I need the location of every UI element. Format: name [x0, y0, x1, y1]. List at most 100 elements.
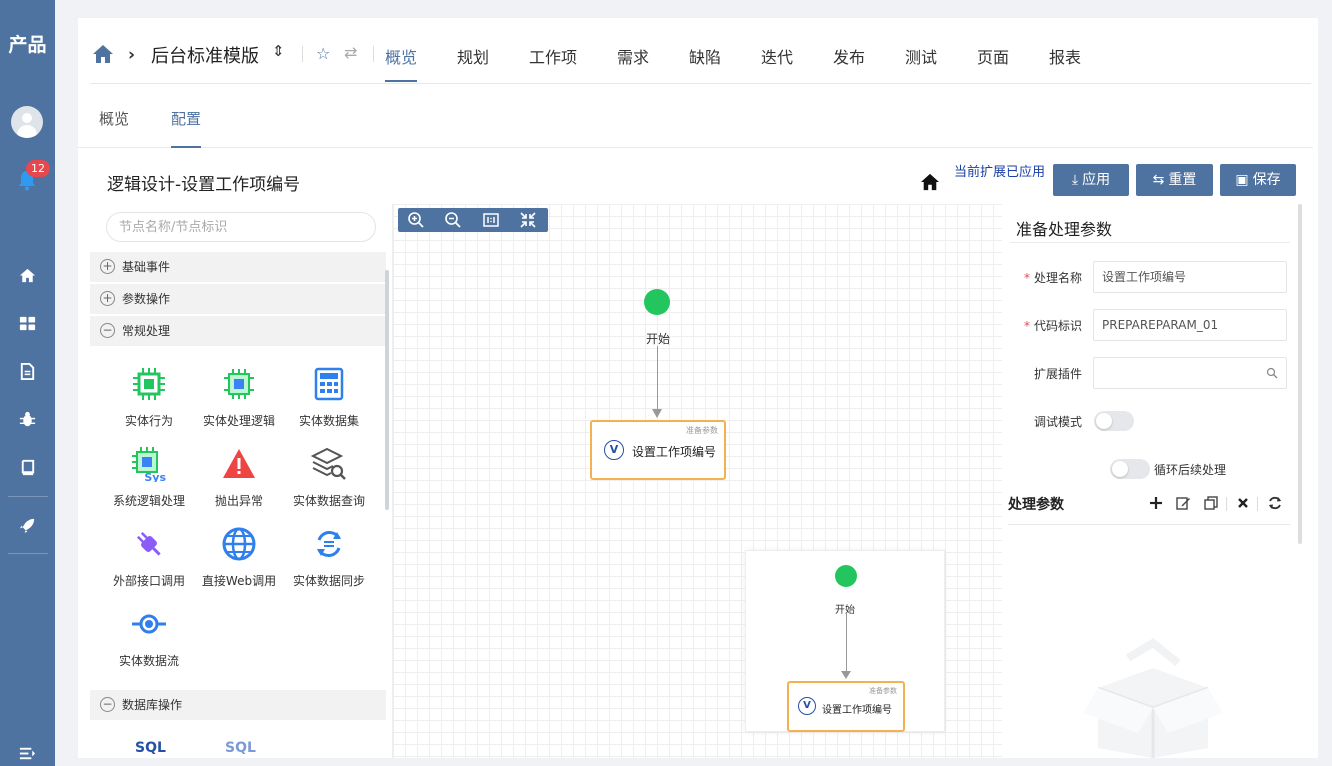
- minimap[interactable]: 开始 准备参数 V 设置工作项编号: [745, 550, 945, 732]
- tab-requirements[interactable]: 需求: [617, 44, 649, 68]
- category-basic-events[interactable]: + 基础事件: [90, 252, 386, 282]
- divider: [1257, 497, 1258, 511]
- flow-edge[interactable]: [657, 346, 658, 412]
- main-panel: › 后台标准模版 ⇕ ☆ ⇄ 概览 规划 工作项 需求 缺陷 迭代 发布 测试 …: [78, 18, 1318, 758]
- palette-item-entity-logic[interactable]: 实体处理逻辑: [194, 366, 284, 436]
- properties-scrollbar[interactable]: [1298, 204, 1302, 544]
- page-title: 逻辑设计-设置工作项编号: [107, 175, 301, 195]
- search-icon[interactable]: [1266, 367, 1278, 379]
- swap-icon[interactable]: ⇄: [344, 43, 357, 62]
- chip-icon: [224, 369, 254, 399]
- debug-toggle[interactable]: [1094, 411, 1134, 431]
- globe-icon: [222, 527, 256, 561]
- menu-collapse-icon[interactable]: [18, 744, 37, 763]
- save-button[interactable]: ▣ 保存: [1220, 164, 1296, 196]
- divider: [302, 46, 303, 62]
- palette-item-entity-sync[interactable]: 实体数据同步: [284, 526, 374, 596]
- tab-testing[interactable]: 测试: [905, 44, 937, 68]
- start-node-label: 开始: [646, 332, 671, 346]
- brand-logo: 产品: [8, 34, 47, 56]
- flow-canvas[interactable]: 开始 准备参数 V 设置工作项编号 开始 准备参数 V 设置工作项编号: [392, 204, 1002, 758]
- plugin-input[interactable]: [1093, 357, 1287, 389]
- project-switch-icon[interactable]: ⇕: [272, 42, 285, 60]
- zoom-in-icon[interactable]: [407, 211, 425, 229]
- add-icon[interactable]: [1148, 495, 1164, 511]
- palette-item-external-api[interactable]: 外部接口调用: [104, 526, 194, 596]
- category-database-ops[interactable]: − 数据库操作: [90, 690, 386, 720]
- fit-screen-icon[interactable]: [519, 211, 537, 229]
- tab-defects[interactable]: 缺陷: [689, 44, 721, 68]
- empty-box-illustration: [1083, 638, 1223, 758]
- home-icon[interactable]: [18, 266, 37, 285]
- divider: [373, 46, 374, 62]
- star-icon[interactable]: ☆: [316, 44, 330, 63]
- subtab-config[interactable]: 配置: [171, 108, 202, 148]
- rail-divider: [8, 496, 48, 497]
- breadcrumb-chevron-icon: ›: [128, 45, 136, 65]
- field-debug: 调试模式: [1004, 405, 1294, 437]
- delete-icon[interactable]: [1235, 495, 1251, 511]
- sync-icon: [317, 531, 341, 557]
- node-search-input[interactable]: [106, 212, 376, 242]
- category-general[interactable]: − 常规处理: [90, 316, 386, 346]
- field-code: * 代码标识 PREPAREPARAM_01: [1004, 309, 1294, 341]
- field-loop: 循环后续处理: [1004, 453, 1294, 485]
- tab-reports[interactable]: 报表: [1049, 44, 1081, 68]
- code-input[interactable]: PREPAREPARAM_01: [1093, 309, 1287, 341]
- left-rail: 产品 12: [0, 0, 55, 766]
- palette-item-entity-dataset[interactable]: 实体数据集: [284, 366, 374, 436]
- edit-icon[interactable]: [1175, 495, 1191, 511]
- rail-divider: [8, 553, 48, 554]
- avatar[interactable]: [11, 106, 43, 138]
- warning-icon: [223, 449, 255, 478]
- apply-button[interactable]: ⤓ 应用: [1053, 164, 1129, 196]
- task-node[interactable]: 准备参数 V 设置工作项编号: [590, 420, 726, 480]
- loop-toggle[interactable]: [1110, 459, 1150, 479]
- tab-planning[interactable]: 规划: [457, 44, 489, 68]
- project-name[interactable]: 后台标准模版: [151, 42, 259, 68]
- tab-overview[interactable]: 概览: [385, 44, 418, 82]
- node-palette: +基础事件 +参数操作 −常规处理 实体行为 实体处理逻辑 实体数据集 Sys …: [90, 204, 390, 758]
- divider: [1226, 497, 1227, 511]
- minimap-start-label: 开始: [835, 605, 855, 616]
- palette-item-entity-query[interactable]: 实体数据查询: [284, 446, 374, 516]
- palette-scrollbar[interactable]: [385, 270, 389, 510]
- book-icon[interactable]: [18, 458, 37, 477]
- refresh-icon[interactable]: [1267, 495, 1283, 511]
- tab-releases[interactable]: 发布: [833, 44, 865, 68]
- properties-panel: 准备处理参数 * 处理名称 设置工作项编号 * 代码标识 PREPAREPARAM_…: [1004, 204, 1294, 758]
- palette-item-entity-dataflow[interactable]: 实体数据流: [104, 606, 194, 676]
- copy-icon[interactable]: [1203, 495, 1219, 511]
- tab-pages[interactable]: 页面: [977, 44, 1009, 68]
- tab-workitems[interactable]: 工作项: [529, 44, 577, 68]
- task-tag: 准备参数: [686, 426, 718, 435]
- extension-status: 当前扩展已应用: [954, 165, 1046, 180]
- palette-item-throw-exception[interactable]: 抛出异常: [194, 446, 284, 516]
- palette-item-entity-action[interactable]: 实体行为: [104, 366, 194, 436]
- home-icon[interactable]: [92, 44, 114, 64]
- zoom-out-icon[interactable]: [444, 211, 462, 229]
- canvas-toolbar: [398, 208, 548, 232]
- divider: [1008, 524, 1290, 525]
- field-plugin: 扩展插件: [1004, 357, 1294, 389]
- bug-icon[interactable]: [18, 410, 37, 429]
- start-node[interactable]: [644, 289, 670, 315]
- collapse-icon: −: [100, 323, 115, 338]
- palette-item-sql[interactable]: SQL: [135, 740, 166, 756]
- reset-button[interactable]: ⇆ 重置: [1136, 164, 1213, 196]
- palette-item-system-logic[interactable]: Sys 系统逻辑处理: [104, 446, 194, 516]
- actual-size-icon[interactable]: [482, 211, 500, 229]
- name-input[interactable]: 设置工作项编号: [1093, 261, 1287, 293]
- rocket-icon[interactable]: [18, 516, 37, 535]
- minimap-arrow: [841, 671, 851, 679]
- dashboard-icon[interactable]: [18, 314, 37, 333]
- dataflow-icon: [132, 614, 166, 634]
- svg-text:Sys: Sys: [144, 471, 166, 482]
- minimap-start-node: [835, 565, 857, 587]
- category-param-ops[interactable]: + 参数操作: [90, 284, 386, 314]
- document-icon[interactable]: [18, 362, 37, 381]
- tab-iterations[interactable]: 迭代: [761, 44, 793, 68]
- subtab-overview[interactable]: 概览: [99, 108, 129, 129]
- palette-item-web-call[interactable]: 直接Web调用: [194, 526, 284, 596]
- palette-item-sql-alt[interactable]: SQL: [225, 740, 256, 756]
